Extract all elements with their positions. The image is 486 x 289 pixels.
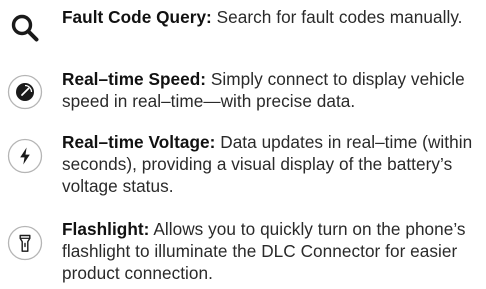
feature-text: Real–time Voltage: Data updates in real–… — [62, 131, 482, 197]
feature-text: Real–time Speed: Simply connect to displ… — [62, 68, 482, 112]
flashlight-icon — [7, 225, 43, 261]
speedometer-icon — [7, 74, 43, 110]
feature-text: Flashlight: Allows you to quickly turn o… — [62, 218, 482, 284]
search-icon — [11, 14, 39, 42]
feature-description: Search for fault codes manually. — [216, 7, 463, 27]
lightning-bolt-icon — [7, 138, 43, 174]
feature-title: Flashlight: — [62, 219, 150, 239]
feature-text: Fault Code Query: Search for fault codes… — [62, 6, 482, 28]
feature-title: Real–time Speed: — [62, 69, 207, 89]
feature-title: Real–time Voltage: — [62, 132, 216, 152]
feature-title: Fault Code Query: — [62, 7, 212, 27]
